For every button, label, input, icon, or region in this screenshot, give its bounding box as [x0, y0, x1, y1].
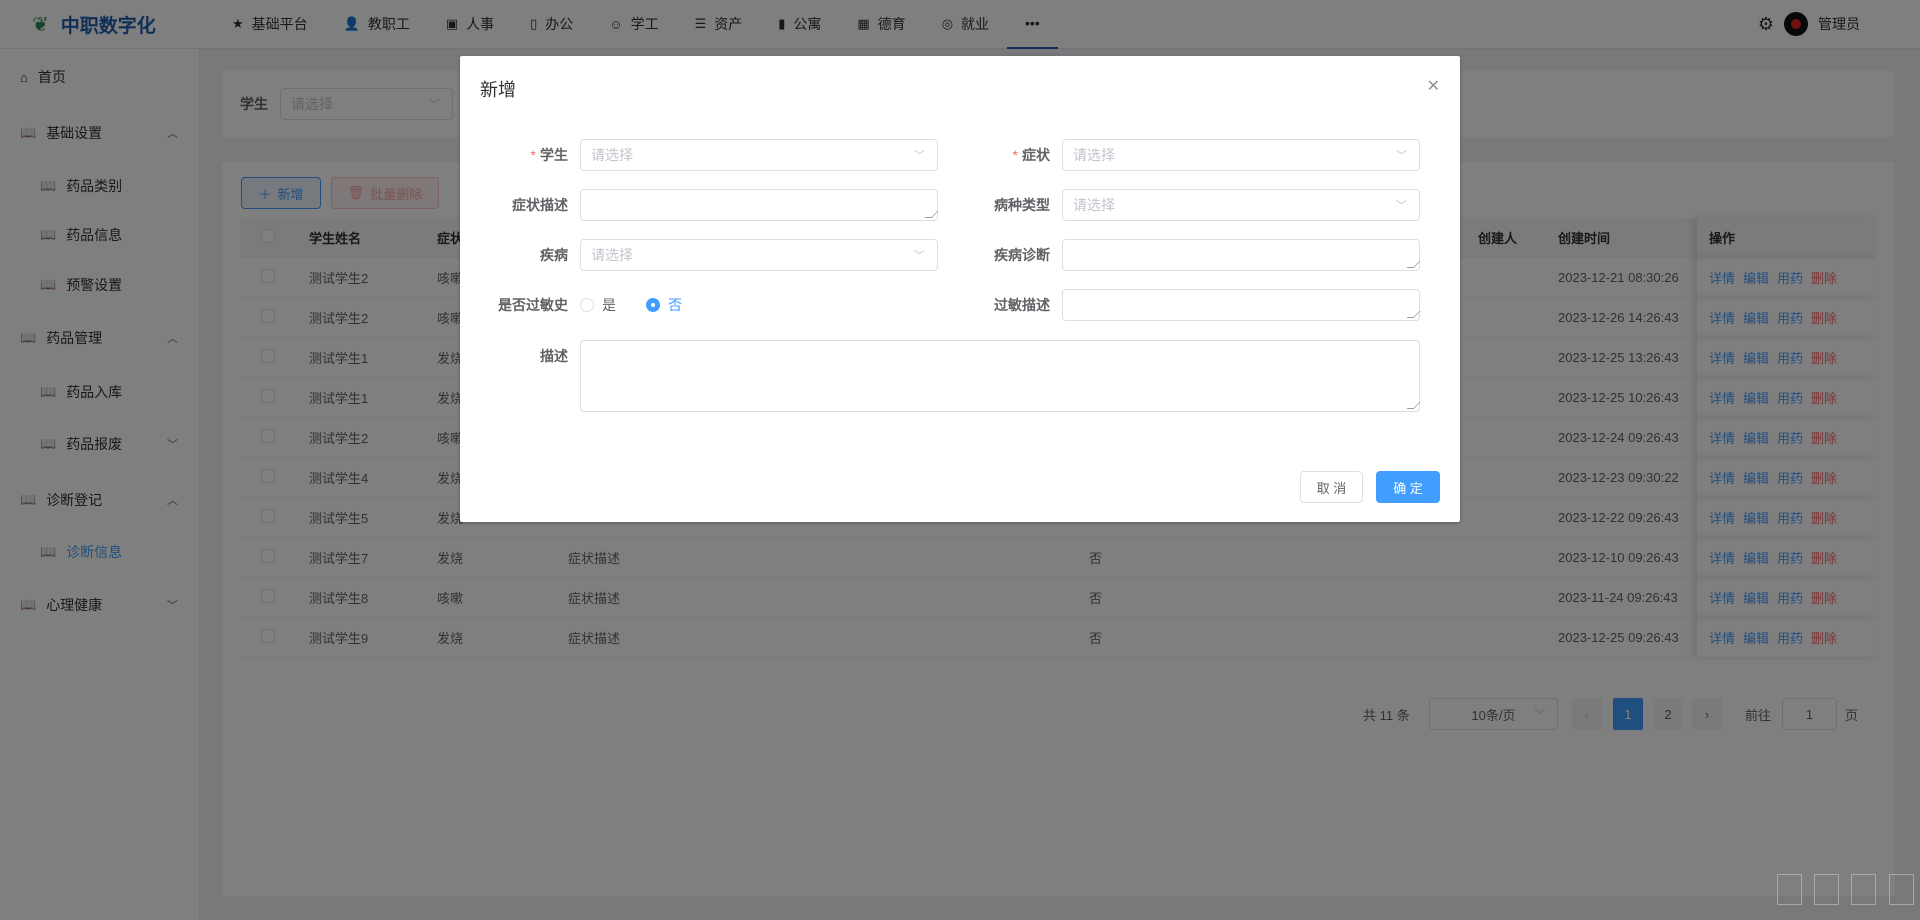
square-icon [1777, 874, 1802, 905]
close-icon[interactable]: ✕ [1427, 76, 1440, 96]
disease-label: 疾病 [540, 247, 568, 263]
chevron-down-icon: ﹀ [1396, 200, 1407, 212]
add-dialog: 新增 ✕ * 学生 请选择 ﹀ * 症状 请选择 ﹀ 症状描述 病种类型 请选择 ﹀ 疾病… [460, 56, 1460, 522]
allergy-yes-radio[interactable]: 是 [580, 295, 616, 315]
allergy-desc-textarea[interactable] [1062, 289, 1420, 321]
diagnosis-textarea[interactable] [1062, 239, 1420, 271]
chevron-down-icon: ﹀ [914, 250, 925, 262]
symptom-label: * 症状 [1012, 147, 1050, 163]
disease-type-label: 病种类型 [994, 197, 1050, 213]
chevron-down-icon: ﹀ [1396, 150, 1407, 162]
student-label: * 学生 [530, 147, 568, 163]
chevron-down-icon: ﹀ [914, 150, 925, 162]
square-icon [1889, 874, 1914, 905]
dialog-title: 新增 [480, 80, 516, 100]
square-icon [1814, 874, 1839, 905]
desc-label: 描述 [540, 348, 568, 364]
symptom-desc-label: 症状描述 [512, 197, 568, 213]
allergy-desc-label: 过敏描述 [994, 297, 1050, 313]
diagnosis-label: 疾病诊断 [994, 247, 1050, 263]
cancel-button[interactable]: 取 消 [1300, 471, 1363, 503]
square-icon [1851, 874, 1876, 905]
disease-select[interactable]: 请选择 ﹀ [580, 239, 938, 271]
desc-textarea[interactable] [580, 340, 1420, 412]
allergy-no-radio[interactable]: 否 [646, 295, 682, 315]
symptom-desc-textarea[interactable] [580, 189, 938, 221]
disease-type-select[interactable]: 请选择 ﹀ [1062, 189, 1420, 221]
symptom-select[interactable]: 请选择 ﹀ [1062, 139, 1420, 171]
allergy-label: 是否过敏史 [498, 297, 568, 313]
student-select[interactable]: 请选择 ﹀ [580, 139, 938, 171]
confirm-button[interactable]: 确 定 [1376, 471, 1440, 503]
